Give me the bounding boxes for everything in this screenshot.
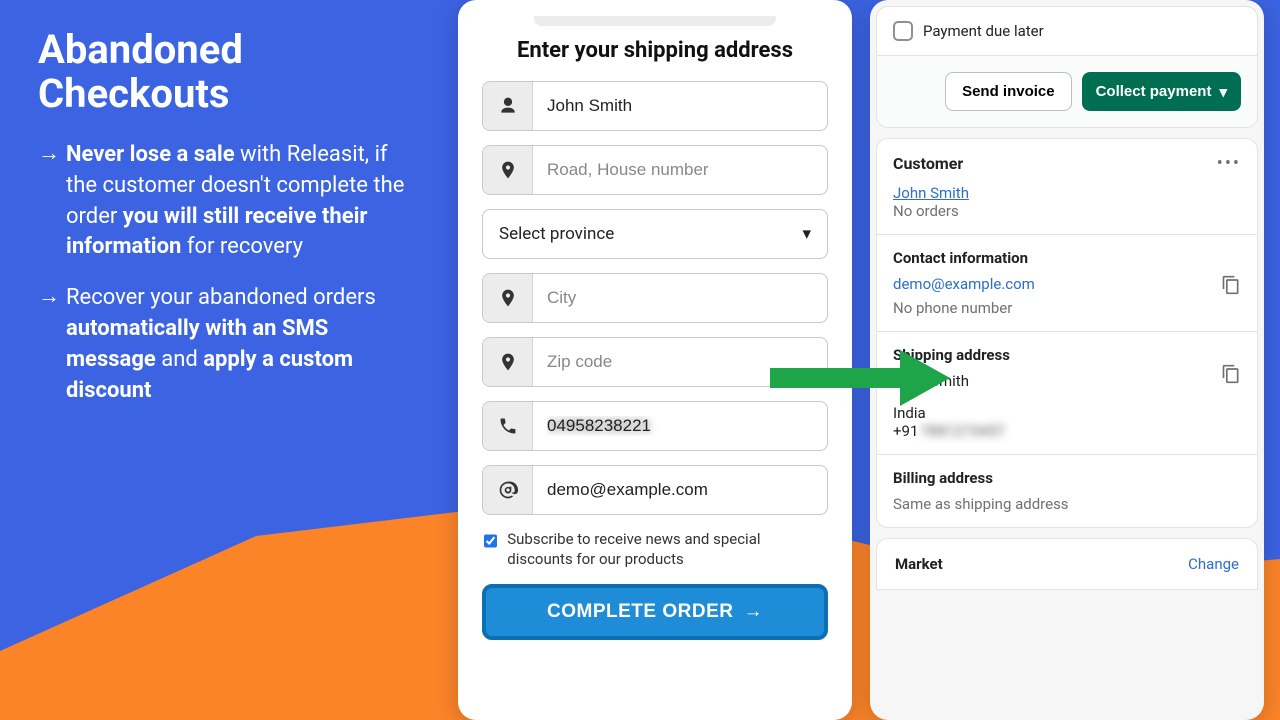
copy-icon[interactable] (1221, 275, 1241, 299)
arrow-right-icon: → (743, 601, 763, 623)
pin-icon (483, 338, 533, 386)
subscribe-label: Subscribe to receive news and special di… (507, 529, 826, 570)
promo-bullet-2: Recover your abandoned orders automatica… (66, 283, 418, 406)
pin-icon (483, 274, 533, 322)
arrow-icon: → (38, 283, 66, 406)
promo-text: Abandoned Checkouts → Never lose a sale … (38, 28, 418, 426)
payment-due-later-checkbox[interactable] (893, 21, 913, 41)
chevron-down-icon: ▾ (802, 224, 811, 244)
market-heading: Market (895, 555, 943, 573)
province-label: Select province (499, 224, 614, 244)
contact-phone-hint: No phone number (893, 299, 1241, 317)
province-select[interactable]: Select province ▾ (482, 209, 828, 259)
collect-payment-button[interactable]: Collect payment ▾ (1082, 72, 1241, 111)
customer-heading: Customer (893, 154, 963, 173)
more-icon[interactable]: ••• (1217, 153, 1241, 174)
flow-arrow-icon (770, 350, 950, 406)
complete-order-button[interactable]: COMPLETE ORDER → (482, 584, 828, 640)
person-icon (483, 82, 533, 130)
form-title: Enter your shipping address (482, 38, 828, 63)
promo-bullet-1: Never lose a sale with Releasit, if the … (66, 140, 418, 263)
road-field[interactable] (533, 146, 827, 194)
complete-order-label: COMPLETE ORDER (547, 601, 733, 623)
phone-icon (483, 402, 533, 450)
market-change-link[interactable]: Change (1188, 555, 1239, 573)
collect-payment-label: Collect payment (1096, 83, 1212, 100)
shipping-country: India (893, 404, 1241, 422)
contact-heading: Contact information (893, 249, 1241, 267)
customer-orders: No orders (893, 202, 1241, 220)
pin-icon (483, 146, 533, 194)
contact-email-link[interactable]: demo@example.com (893, 275, 1035, 293)
send-invoice-button[interactable]: Send invoice (945, 72, 1072, 111)
arrow-icon: → (38, 140, 66, 263)
shipping-phone: +917881273457 (893, 422, 1241, 440)
customer-name-link[interactable]: John Smith (893, 184, 969, 202)
promo-title: Abandoned Checkouts (38, 28, 418, 116)
form-top-handle (534, 16, 776, 26)
copy-icon[interactable] (1221, 364, 1241, 388)
caret-down-icon: ▾ (1219, 83, 1227, 101)
city-field[interactable] (533, 274, 827, 322)
email-field[interactable] (533, 466, 827, 514)
payment-due-later-label: Payment due later (923, 22, 1044, 40)
phone-field[interactable] (533, 402, 827, 450)
at-icon (483, 466, 533, 514)
name-field[interactable] (533, 82, 827, 130)
billing-same: Same as shipping address (893, 495, 1241, 513)
subscribe-checkbox[interactable] (484, 532, 497, 550)
billing-heading: Billing address (893, 469, 1241, 487)
